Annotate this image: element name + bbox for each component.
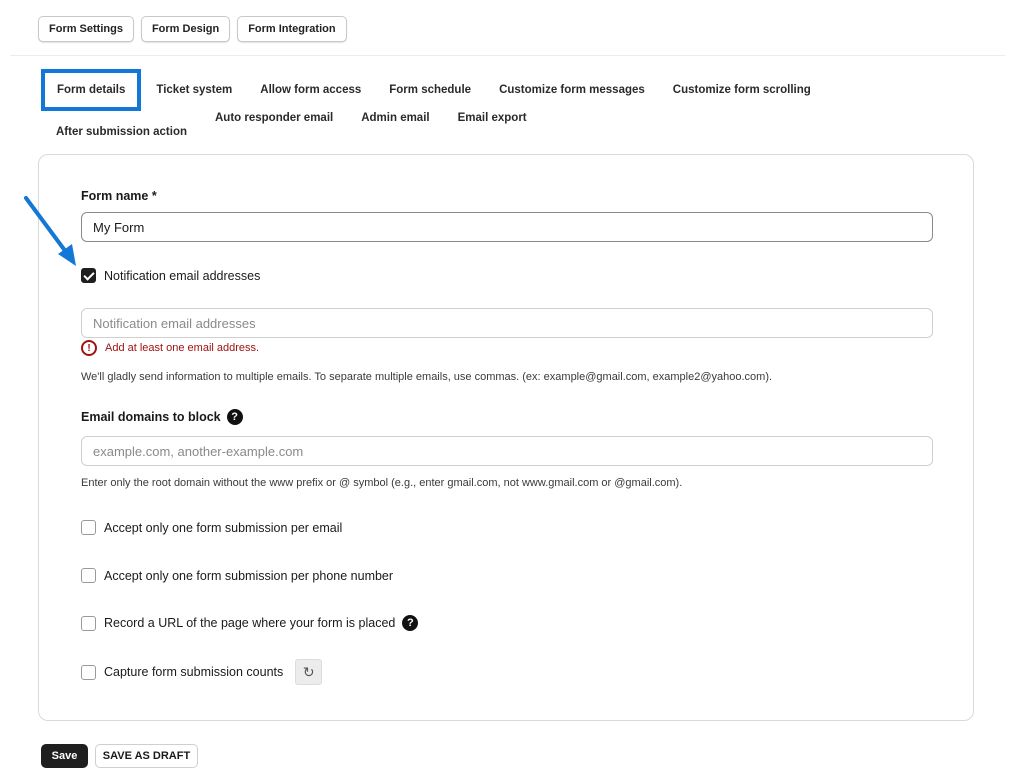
block-domains-label: Email domains to block: [81, 410, 221, 424]
block-domains-help-text: Enter only the root domain without the w…: [81, 477, 683, 489]
one-per-phone-checkbox[interactable]: [81, 568, 96, 583]
notify-error: ! Add at least one email address.: [81, 340, 259, 356]
subtab-after-submission-action[interactable]: After submission action: [41, 111, 200, 153]
subtab-form-schedule[interactable]: Form schedule: [374, 69, 484, 111]
notify-error-text: Add at least one email address.: [105, 342, 260, 354]
one-per-email-checkbox[interactable]: [81, 520, 96, 535]
one-per-email-row[interactable]: Accept only one form submission per emai…: [81, 520, 342, 535]
capture-counts-label: Capture form submission counts: [104, 665, 284, 679]
notify-help-text: We'll gladly send information to multipl…: [81, 371, 773, 383]
notify-checkbox-row[interactable]: Notification email addresses: [81, 268, 260, 283]
tab-form-settings[interactable]: Form Settings: [38, 16, 134, 42]
form-name-label: Form name *: [81, 189, 157, 203]
subtab-customize-form-scrolling[interactable]: Customize form scrolling: [658, 69, 824, 111]
subtab-ticket-system[interactable]: Ticket system: [141, 69, 245, 111]
top-tab-bar: Form Settings Form Design Form Integrati…: [38, 16, 347, 42]
record-url-label: Record a URL of the page where your form…: [104, 616, 396, 630]
subtab-form-details[interactable]: Form details: [41, 69, 142, 111]
question-circle-icon[interactable]: ?: [402, 615, 419, 631]
notification-emails-input[interactable]: [81, 308, 933, 338]
annotation-arrow-icon: [24, 196, 76, 266]
capture-counts-checkbox[interactable]: [81, 664, 96, 680]
notify-checkbox-label: Notification email addresses: [104, 268, 261, 283]
one-per-email-label: Accept only one form submission per emai…: [104, 520, 343, 535]
one-per-phone-row[interactable]: Accept only one form submission per phon…: [81, 568, 393, 583]
form-name-input[interactable]: [81, 212, 933, 242]
alert-circle-icon: !: [81, 340, 97, 356]
block-domains-input[interactable]: [81, 436, 933, 466]
record-url-row[interactable]: Record a URL of the page where your form…: [81, 615, 419, 631]
tab-form-integration[interactable]: Form Integration: [237, 16, 347, 42]
save-as-draft-button[interactable]: SAVE AS DRAFT: [95, 744, 198, 768]
save-button[interactable]: Save: [41, 744, 88, 768]
one-per-phone-label: Accept only one form submission per phon…: [104, 568, 394, 583]
subtab-admin-email[interactable]: Admin email: [346, 110, 442, 126]
capture-counts-row[interactable]: Capture form submission counts ↻: [81, 659, 323, 685]
subtab-allow-form-access[interactable]: Allow form access: [245, 69, 374, 111]
notify-checkbox[interactable]: [81, 268, 96, 283]
form-details-card: Form name * Notification email addresses…: [38, 154, 974, 721]
tab-form-design[interactable]: Form Design: [140, 16, 231, 42]
record-url-checkbox[interactable]: [81, 615, 96, 631]
question-circle-icon[interactable]: ?: [226, 409, 243, 425]
top-divider: [10, 55, 1005, 56]
refresh-icon[interactable]: ↻: [295, 659, 323, 685]
subtab-customize-form-messages[interactable]: Customize form messages: [484, 69, 658, 111]
subtab-auto-responder-email[interactable]: Auto responder email: [200, 110, 346, 126]
settings-subtabs: Form details Ticket system Allow form ac…: [41, 69, 951, 153]
block-domains-label-row: Email domains to block ?: [81, 409, 243, 425]
subtab-email-export[interactable]: Email export: [443, 110, 540, 126]
